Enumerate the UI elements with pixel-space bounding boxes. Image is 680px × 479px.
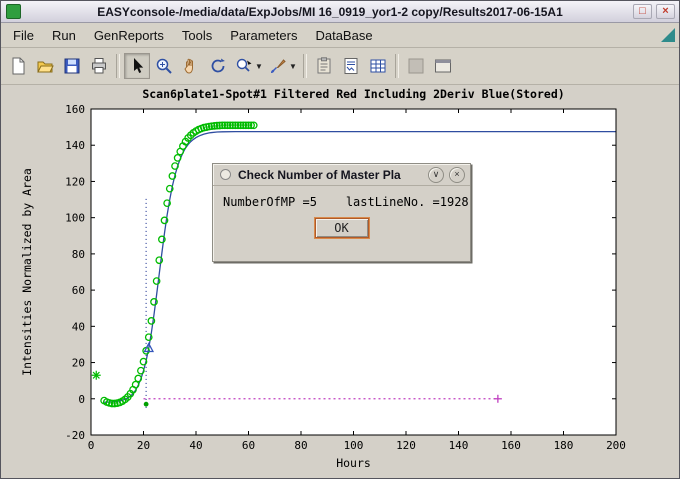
- dialog-close-button[interactable]: ×: [449, 167, 465, 183]
- figure-area: 020406080100120140160180200-200204060801…: [1, 85, 679, 478]
- window-title: EASYconsole-/media/data/ExpJobs/MI 16_09…: [27, 5, 633, 19]
- menu-file[interactable]: File: [5, 25, 42, 46]
- zoom-in-icon[interactable]: [151, 53, 177, 79]
- menubar: File Run GenReports Tools Parameters Dat…: [1, 23, 679, 48]
- svg-text:160: 160: [65, 103, 85, 116]
- brush-icon[interactable]: ▼: [266, 53, 299, 79]
- dialog-message: NumberOfMP =5 lastLineNo. =1928: [223, 195, 460, 209]
- svg-text:Hours: Hours: [336, 456, 371, 470]
- toolbar-separator: [395, 54, 399, 78]
- svg-text:140: 140: [65, 139, 85, 152]
- app-window: EASYconsole-/media/data/ExpJobs/MI 16_09…: [0, 0, 680, 479]
- svg-text:0: 0: [78, 393, 85, 406]
- chevron-down-icon: ▼: [255, 62, 263, 71]
- dialog-collapse-button[interactable]: ∨: [428, 167, 444, 183]
- disabled-square-icon: [403, 53, 429, 79]
- clipboard-icon[interactable]: [311, 53, 337, 79]
- menu-parameters[interactable]: Parameters: [222, 25, 305, 46]
- svg-text:Intensities Normalized by Area: Intensities Normalized by Area: [20, 168, 34, 376]
- svg-text:80: 80: [294, 439, 307, 452]
- window-layout-icon[interactable]: [430, 53, 456, 79]
- toolbar: ▼ ▼: [1, 48, 679, 85]
- dialog-ok-button[interactable]: OK: [315, 218, 369, 238]
- svg-text:20: 20: [72, 357, 85, 370]
- svg-text:Scan6plate1-Spot#1 Filtered Re: Scan6plate1-Spot#1 Filtered Red Includin…: [142, 87, 564, 101]
- chevron-down-icon: ▼: [289, 62, 297, 71]
- svg-text:60: 60: [242, 439, 255, 452]
- svg-text:180: 180: [554, 439, 574, 452]
- dialog-title: Check Number of Master Pla: [238, 168, 423, 182]
- new-document-icon[interactable]: [5, 53, 31, 79]
- figure-page-icon[interactable]: [338, 53, 364, 79]
- open-folder-icon[interactable]: [32, 53, 58, 79]
- toolbar-separator: [303, 54, 307, 78]
- svg-text:100: 100: [65, 212, 85, 225]
- svg-text:20: 20: [137, 439, 150, 452]
- svg-text:40: 40: [72, 320, 85, 333]
- grid-icon[interactable]: [365, 53, 391, 79]
- close-button[interactable]: ×: [656, 4, 675, 19]
- dialog-check-number-of-master-plates: Check Number of Master Pla ∨ × NumberOfM…: [212, 163, 471, 262]
- rotate-icon[interactable]: [205, 53, 231, 79]
- svg-text:-20: -20: [65, 429, 85, 442]
- toolbar-separator: [116, 54, 120, 78]
- menu-database[interactable]: DataBase: [307, 25, 380, 46]
- menubar-grip-icon: [661, 28, 675, 42]
- svg-text:140: 140: [449, 439, 469, 452]
- svg-text:120: 120: [396, 439, 416, 452]
- app-icon: [6, 4, 21, 19]
- titlebar: EASYconsole-/media/data/ExpJobs/MI 16_09…: [1, 1, 679, 23]
- svg-text:200: 200: [606, 439, 626, 452]
- svg-text:40: 40: [189, 439, 202, 452]
- dialog-button-row: OK: [223, 218, 460, 238]
- dialog-body: NumberOfMP =5 lastLineNo. =1928 OK: [213, 186, 470, 238]
- menu-run[interactable]: Run: [44, 25, 84, 46]
- svg-text:160: 160: [501, 439, 521, 452]
- pan-hand-icon[interactable]: [178, 53, 204, 79]
- chart-canvas[interactable]: 020406080100120140160180200-200204060801…: [1, 85, 680, 478]
- svg-text:120: 120: [65, 175, 85, 188]
- svg-text:0: 0: [88, 439, 95, 452]
- cursor-arrow-icon[interactable]: [124, 53, 150, 79]
- restore-button[interactable]: □: [633, 4, 652, 19]
- dialog-icon: [220, 169, 231, 180]
- menu-tools[interactable]: Tools: [174, 25, 220, 46]
- svg-text:80: 80: [72, 248, 85, 261]
- dialog-titlebar[interactable]: Check Number of Master Pla ∨ ×: [213, 164, 470, 186]
- svg-text:100: 100: [344, 439, 364, 452]
- save-icon[interactable]: [59, 53, 85, 79]
- menu-genreports[interactable]: GenReports: [86, 25, 172, 46]
- svg-text:60: 60: [72, 284, 85, 297]
- data-cursor-icon[interactable]: ▼: [232, 53, 265, 79]
- print-icon[interactable]: [86, 53, 112, 79]
